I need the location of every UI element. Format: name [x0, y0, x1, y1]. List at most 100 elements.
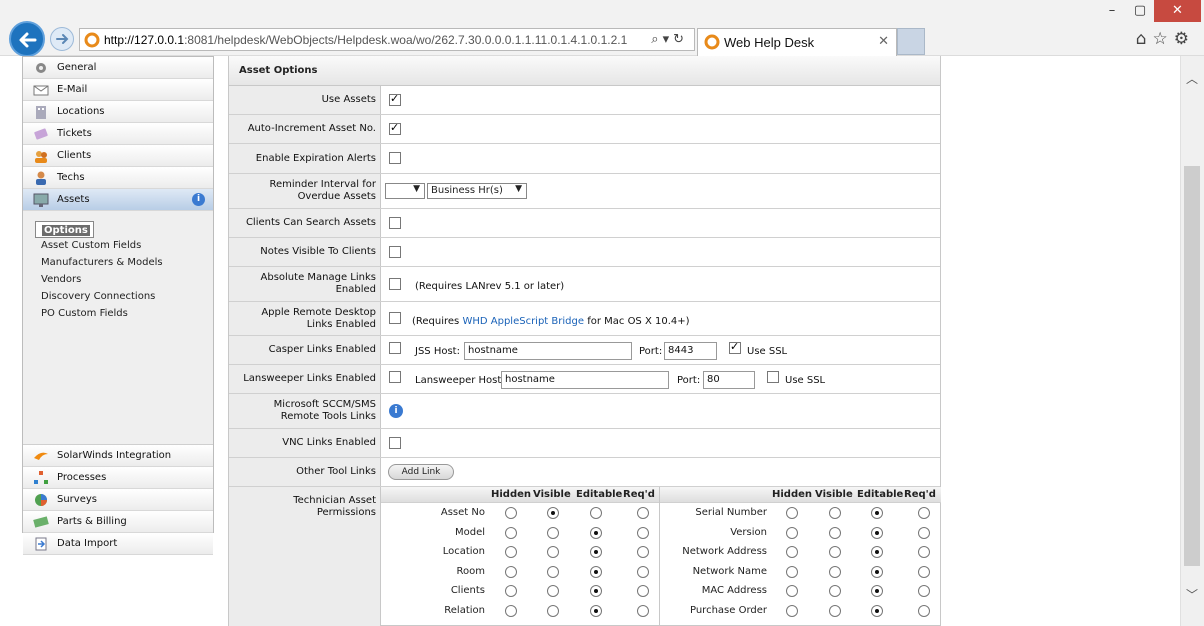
new-tab-button[interactable]: [897, 28, 925, 55]
reminder-unit-select[interactable]: Business Hr(s) ▼: [427, 183, 527, 199]
sidebar-item-e-mail[interactable]: E-Mail: [23, 79, 213, 101]
sidebar-item-tickets[interactable]: Tickets: [23, 123, 213, 145]
scroll-thumb[interactable]: [1184, 166, 1200, 566]
lansweeper-checkbox[interactable]: [389, 371, 401, 383]
permission-radio-editable[interactable]: [871, 565, 883, 578]
vnc-checkbox[interactable]: [389, 437, 401, 449]
address-bar[interactable]: http://127.0.0.1:8081/helpdesk/WebObject…: [79, 28, 695, 51]
expiration-alerts-checkbox[interactable]: [389, 152, 401, 164]
minimize-button[interactable]: –: [1098, 0, 1126, 22]
jss-ssl-checkbox[interactable]: [729, 340, 741, 354]
permission-radio-hidden[interactable]: [786, 526, 798, 539]
lansweeper-host-input[interactable]: hostname: [501, 371, 669, 389]
jss-port-input[interactable]: 8443: [664, 342, 717, 360]
permission-radio-visible[interactable]: [547, 526, 559, 539]
clients-search-checkbox[interactable]: [389, 217, 401, 229]
permission-radio-reqd[interactable]: [918, 526, 930, 539]
close-window-button[interactable]: ✕: [1154, 0, 1201, 22]
absolute-manage-checkbox[interactable]: [389, 278, 401, 290]
permission-radio-editable[interactable]: [590, 546, 602, 559]
permission-radio-reqd[interactable]: [637, 507, 649, 519]
sidebar-item-assets[interactable]: Assets i: [23, 189, 213, 211]
permission-radio-editable[interactable]: [871, 546, 883, 559]
address-tools[interactable]: ⌕▾↻: [651, 32, 688, 47]
permission-radio-visible[interactable]: [829, 585, 841, 598]
permission-radio-visible[interactable]: [829, 526, 841, 539]
submenu-item-vendors[interactable]: Vendors: [35, 272, 213, 289]
permission-radio-hidden[interactable]: [505, 585, 517, 598]
jss-host-input[interactable]: hostname: [464, 342, 632, 360]
notes-visible-checkbox[interactable]: [389, 246, 401, 258]
permission-radio-visible[interactable]: [829, 565, 841, 578]
sidebar-item-techs[interactable]: Techs: [23, 167, 213, 189]
use-assets-checkbox[interactable]: [389, 92, 401, 106]
permission-radio-reqd[interactable]: [637, 585, 649, 598]
sidebar-item-data-import[interactable]: Data Import: [23, 533, 213, 555]
info-icon[interactable]: i: [389, 404, 403, 418]
forward-button[interactable]: [50, 27, 74, 51]
favorites-star-icon[interactable]: ☆: [1153, 29, 1174, 49]
reminder-count-select[interactable]: ▼: [385, 183, 425, 199]
sidebar-item-solarwinds-integration[interactable]: SolarWinds Integration: [23, 445, 213, 467]
permission-radio-reqd[interactable]: [637, 546, 649, 559]
vertical-scrollbar[interactable]: ︿ ﹀: [1180, 56, 1204, 626]
submenu-item-po-custom-fields[interactable]: PO Custom Fields: [35, 306, 213, 323]
permission-radio-editable[interactable]: [590, 565, 602, 578]
casper-checkbox[interactable]: [389, 342, 401, 354]
permission-radio-hidden[interactable]: [786, 565, 798, 578]
permission-radio-reqd[interactable]: [918, 546, 930, 559]
permission-radio-editable[interactable]: [590, 585, 602, 598]
tab-web-help-desk[interactable]: Web Help Desk ✕: [697, 28, 897, 56]
settings-gear-icon[interactable]: ⚙: [1174, 29, 1195, 49]
submenu-item-options[interactable]: Options: [35, 221, 94, 238]
permission-radio-visible[interactable]: [829, 604, 841, 617]
permission-radio-visible[interactable]: [829, 507, 841, 519]
permission-radio-editable[interactable]: [590, 604, 602, 617]
add-link-button[interactable]: Add Link: [388, 464, 454, 480]
scroll-down-icon[interactable]: ﹀: [1186, 586, 1198, 603]
sidebar-item-surveys[interactable]: Surveys: [23, 489, 213, 511]
permission-radio-reqd[interactable]: [637, 526, 649, 539]
lansweeper-port-input[interactable]: 80: [703, 371, 755, 389]
permission-radio-visible[interactable]: [547, 604, 559, 617]
permission-radio-reqd[interactable]: [918, 585, 930, 598]
permission-radio-visible[interactable]: [547, 585, 559, 598]
permission-radio-reqd[interactable]: [637, 604, 649, 617]
permission-radio-visible[interactable]: [829, 546, 841, 559]
permission-radio-hidden[interactable]: [786, 585, 798, 598]
permission-radio-editable[interactable]: [871, 604, 883, 617]
info-icon[interactable]: i: [192, 193, 205, 206]
scroll-up-icon[interactable]: ︿: [1186, 70, 1198, 87]
permission-radio-editable[interactable]: [871, 526, 883, 539]
tab-close-icon[interactable]: ✕: [878, 34, 889, 49]
permission-radio-hidden[interactable]: [786, 546, 798, 559]
permission-radio-reqd[interactable]: [918, 507, 930, 519]
permission-radio-reqd[interactable]: [918, 565, 930, 578]
apple-remote-checkbox[interactable]: [389, 312, 401, 324]
maximize-button[interactable]: ▢: [1126, 0, 1154, 22]
permission-radio-editable[interactable]: [590, 507, 602, 519]
permission-radio-editable[interactable]: [871, 585, 883, 598]
lansweeper-ssl-checkbox[interactable]: [767, 371, 779, 383]
sidebar-item-processes[interactable]: Processes: [23, 467, 213, 489]
permission-radio-visible[interactable]: [547, 507, 559, 519]
permission-radio-editable[interactable]: [590, 526, 602, 539]
sidebar-item-clients[interactable]: Clients: [23, 145, 213, 167]
applescript-bridge-link[interactable]: WHD AppleScript Bridge: [462, 316, 584, 327]
permission-radio-hidden[interactable]: [505, 526, 517, 539]
permission-radio-visible[interactable]: [547, 565, 559, 578]
submenu-item-discovery-connections[interactable]: Discovery Connections: [35, 289, 213, 306]
permission-radio-reqd[interactable]: [918, 604, 930, 617]
permission-radio-reqd[interactable]: [637, 565, 649, 578]
sidebar-item-general[interactable]: General: [23, 57, 213, 79]
permission-radio-hidden[interactable]: [786, 604, 798, 617]
permission-radio-editable[interactable]: [871, 507, 883, 519]
permission-radio-hidden[interactable]: [786, 507, 798, 519]
permission-radio-visible[interactable]: [547, 546, 559, 559]
back-button[interactable]: [9, 21, 45, 57]
permission-radio-hidden[interactable]: [505, 565, 517, 578]
sidebar-item-locations[interactable]: Locations: [23, 101, 213, 123]
submenu-item-asset-custom-fields[interactable]: Asset Custom Fields: [35, 238, 213, 255]
permission-radio-hidden[interactable]: [505, 507, 517, 519]
auto-increment-checkbox[interactable]: [389, 121, 401, 135]
